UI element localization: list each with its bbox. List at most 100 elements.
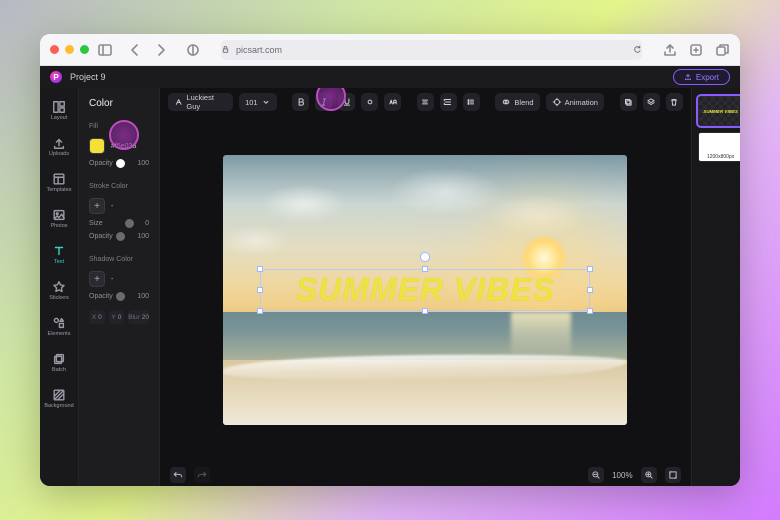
shield-icon[interactable] [185,42,201,58]
shadow-y-field[interactable]: Y0 [109,310,125,324]
resize-handle[interactable] [587,287,593,293]
fill-heading: Fill [89,123,149,130]
chevron-down-icon [261,97,271,107]
new-tab-icon[interactable] [688,42,704,58]
shadow-blur-field[interactable]: Blur20 [128,310,149,324]
project-title: Project 9 [70,72,657,82]
fit-screen-button[interactable] [665,467,681,483]
lock-icon [221,45,230,54]
refresh-icon[interactable] [633,45,642,54]
resize-handle[interactable] [587,308,593,314]
browser-chrome: picsart.com [40,34,740,66]
undo-button[interactable] [170,467,186,483]
add-stroke-color-button[interactable]: + [89,198,105,214]
zoom-in-button[interactable] [641,467,657,483]
sidebar-toggle-icon[interactable] [97,42,113,58]
stroke-heading: Stroke Color [89,183,149,190]
zoom-value: 100% [612,471,632,480]
align-button[interactable] [417,93,434,111]
stroke-hex-value: - [111,203,113,210]
minimize-window-icon[interactable] [65,45,74,54]
bottom-bar: 100% [160,464,691,486]
shadow-opacity-value: 100 [131,293,149,300]
share-icon[interactable] [662,42,678,58]
app-topbar: P Project 9 Export [40,66,740,88]
resize-handle[interactable] [587,266,593,272]
resize-handle[interactable] [257,287,263,293]
fill-hex-value[interactable]: #f5e03a [111,143,136,150]
rail-templates[interactable]: Templates [40,166,78,198]
size-label: Size [89,220,119,227]
rail-photos[interactable]: Photos [40,202,78,234]
rail-layout[interactable]: Layout [40,94,78,126]
rail-uploads[interactable]: Uploads [40,130,78,162]
animation-icon [552,97,562,107]
resize-handle[interactable] [422,308,428,314]
opacity-label: Opacity [89,160,119,167]
layer-button[interactable] [643,93,660,111]
fill-opacity-value: 100 [131,160,149,167]
duplicate-button[interactable] [620,93,637,111]
page-thumbnail-1[interactable]: SUMMER VIBES [698,96,740,126]
blend-icon [501,97,511,107]
forward-icon[interactable] [153,42,169,58]
stroke-opacity-label: Opacity [89,233,119,240]
picsart-app: P Project 9 Export Layout Uploads Templa… [40,66,740,486]
shadow-heading: Shadow Color [89,256,149,263]
add-shadow-color-button[interactable]: + [89,271,105,287]
underline-button[interactable] [338,93,355,111]
tabs-icon[interactable] [714,42,730,58]
export-icon [684,73,692,81]
url-bar[interactable]: picsart.com [221,40,642,60]
context-toolbar: Luckiest Guy 101 Ble [160,88,691,116]
letter-case-button[interactable] [384,93,401,111]
resize-handle[interactable] [257,308,263,314]
selection-box[interactable] [260,269,590,311]
bold-button[interactable] [292,93,309,111]
zoom-out-button[interactable] [588,467,604,483]
export-button[interactable]: Export [673,69,730,85]
italic-button[interactable] [315,93,332,111]
rail-stickers[interactable]: Stickers [40,274,78,306]
close-window-icon[interactable] [50,45,59,54]
url-text: picsart.com [236,45,282,55]
blend-button[interactable]: Blend [495,93,539,111]
browser-window: picsart.com P Project 9 Export [40,34,740,486]
font-size-field[interactable]: 101 [239,93,277,111]
spacing-button[interactable] [440,93,457,111]
pages-panel: SUMMER VIBES 1200x800px [691,88,740,486]
animation-button[interactable]: Animation [546,93,604,111]
rail-elements[interactable]: Elements [40,310,78,342]
fill-color-swatch[interactable] [89,138,105,154]
rail-background[interactable]: Background [40,382,78,414]
text-color-button[interactable] [361,93,378,111]
rail-batch[interactable]: Batch [40,346,78,378]
resize-handle[interactable] [422,266,428,272]
canvas-sun-reflection [511,312,571,361]
rotate-handle-icon[interactable] [420,252,430,262]
shadow-opacity-label: Opacity [89,293,119,300]
picsart-logo-icon[interactable]: P [50,71,62,83]
shadow-x-field[interactable]: X0 [89,310,105,324]
list-button[interactable] [463,93,480,111]
page-thumbnail-2[interactable]: 1200x800px [698,132,740,162]
left-rail: Layout Uploads Templates Photos Text Sti… [40,88,79,486]
redo-button[interactable] [194,467,210,483]
page-dimensions: 1200x800px [699,154,740,160]
back-icon[interactable] [127,42,143,58]
rail-text[interactable]: Text [40,238,78,270]
design-canvas[interactable]: SUMMER VIBES [223,155,627,425]
font-picker[interactable]: Luckiest Guy [168,93,233,111]
maximize-window-icon[interactable] [80,45,89,54]
stroke-opacity-value: 100 [131,233,149,240]
shadow-hex-value: - [111,276,113,283]
delete-button[interactable] [666,93,683,111]
traffic-lights [50,45,89,54]
color-panel: Color Fill #f5e03a Opacity 100 Stroke Co… [79,88,160,486]
app-main: Layout Uploads Templates Photos Text Sti… [40,88,740,486]
canvas-area[interactable]: SUMMER VIBES [160,116,691,464]
panel-title: Color [89,98,149,109]
resize-handle[interactable] [257,266,263,272]
font-icon [174,97,183,107]
export-label: Export [696,73,719,82]
